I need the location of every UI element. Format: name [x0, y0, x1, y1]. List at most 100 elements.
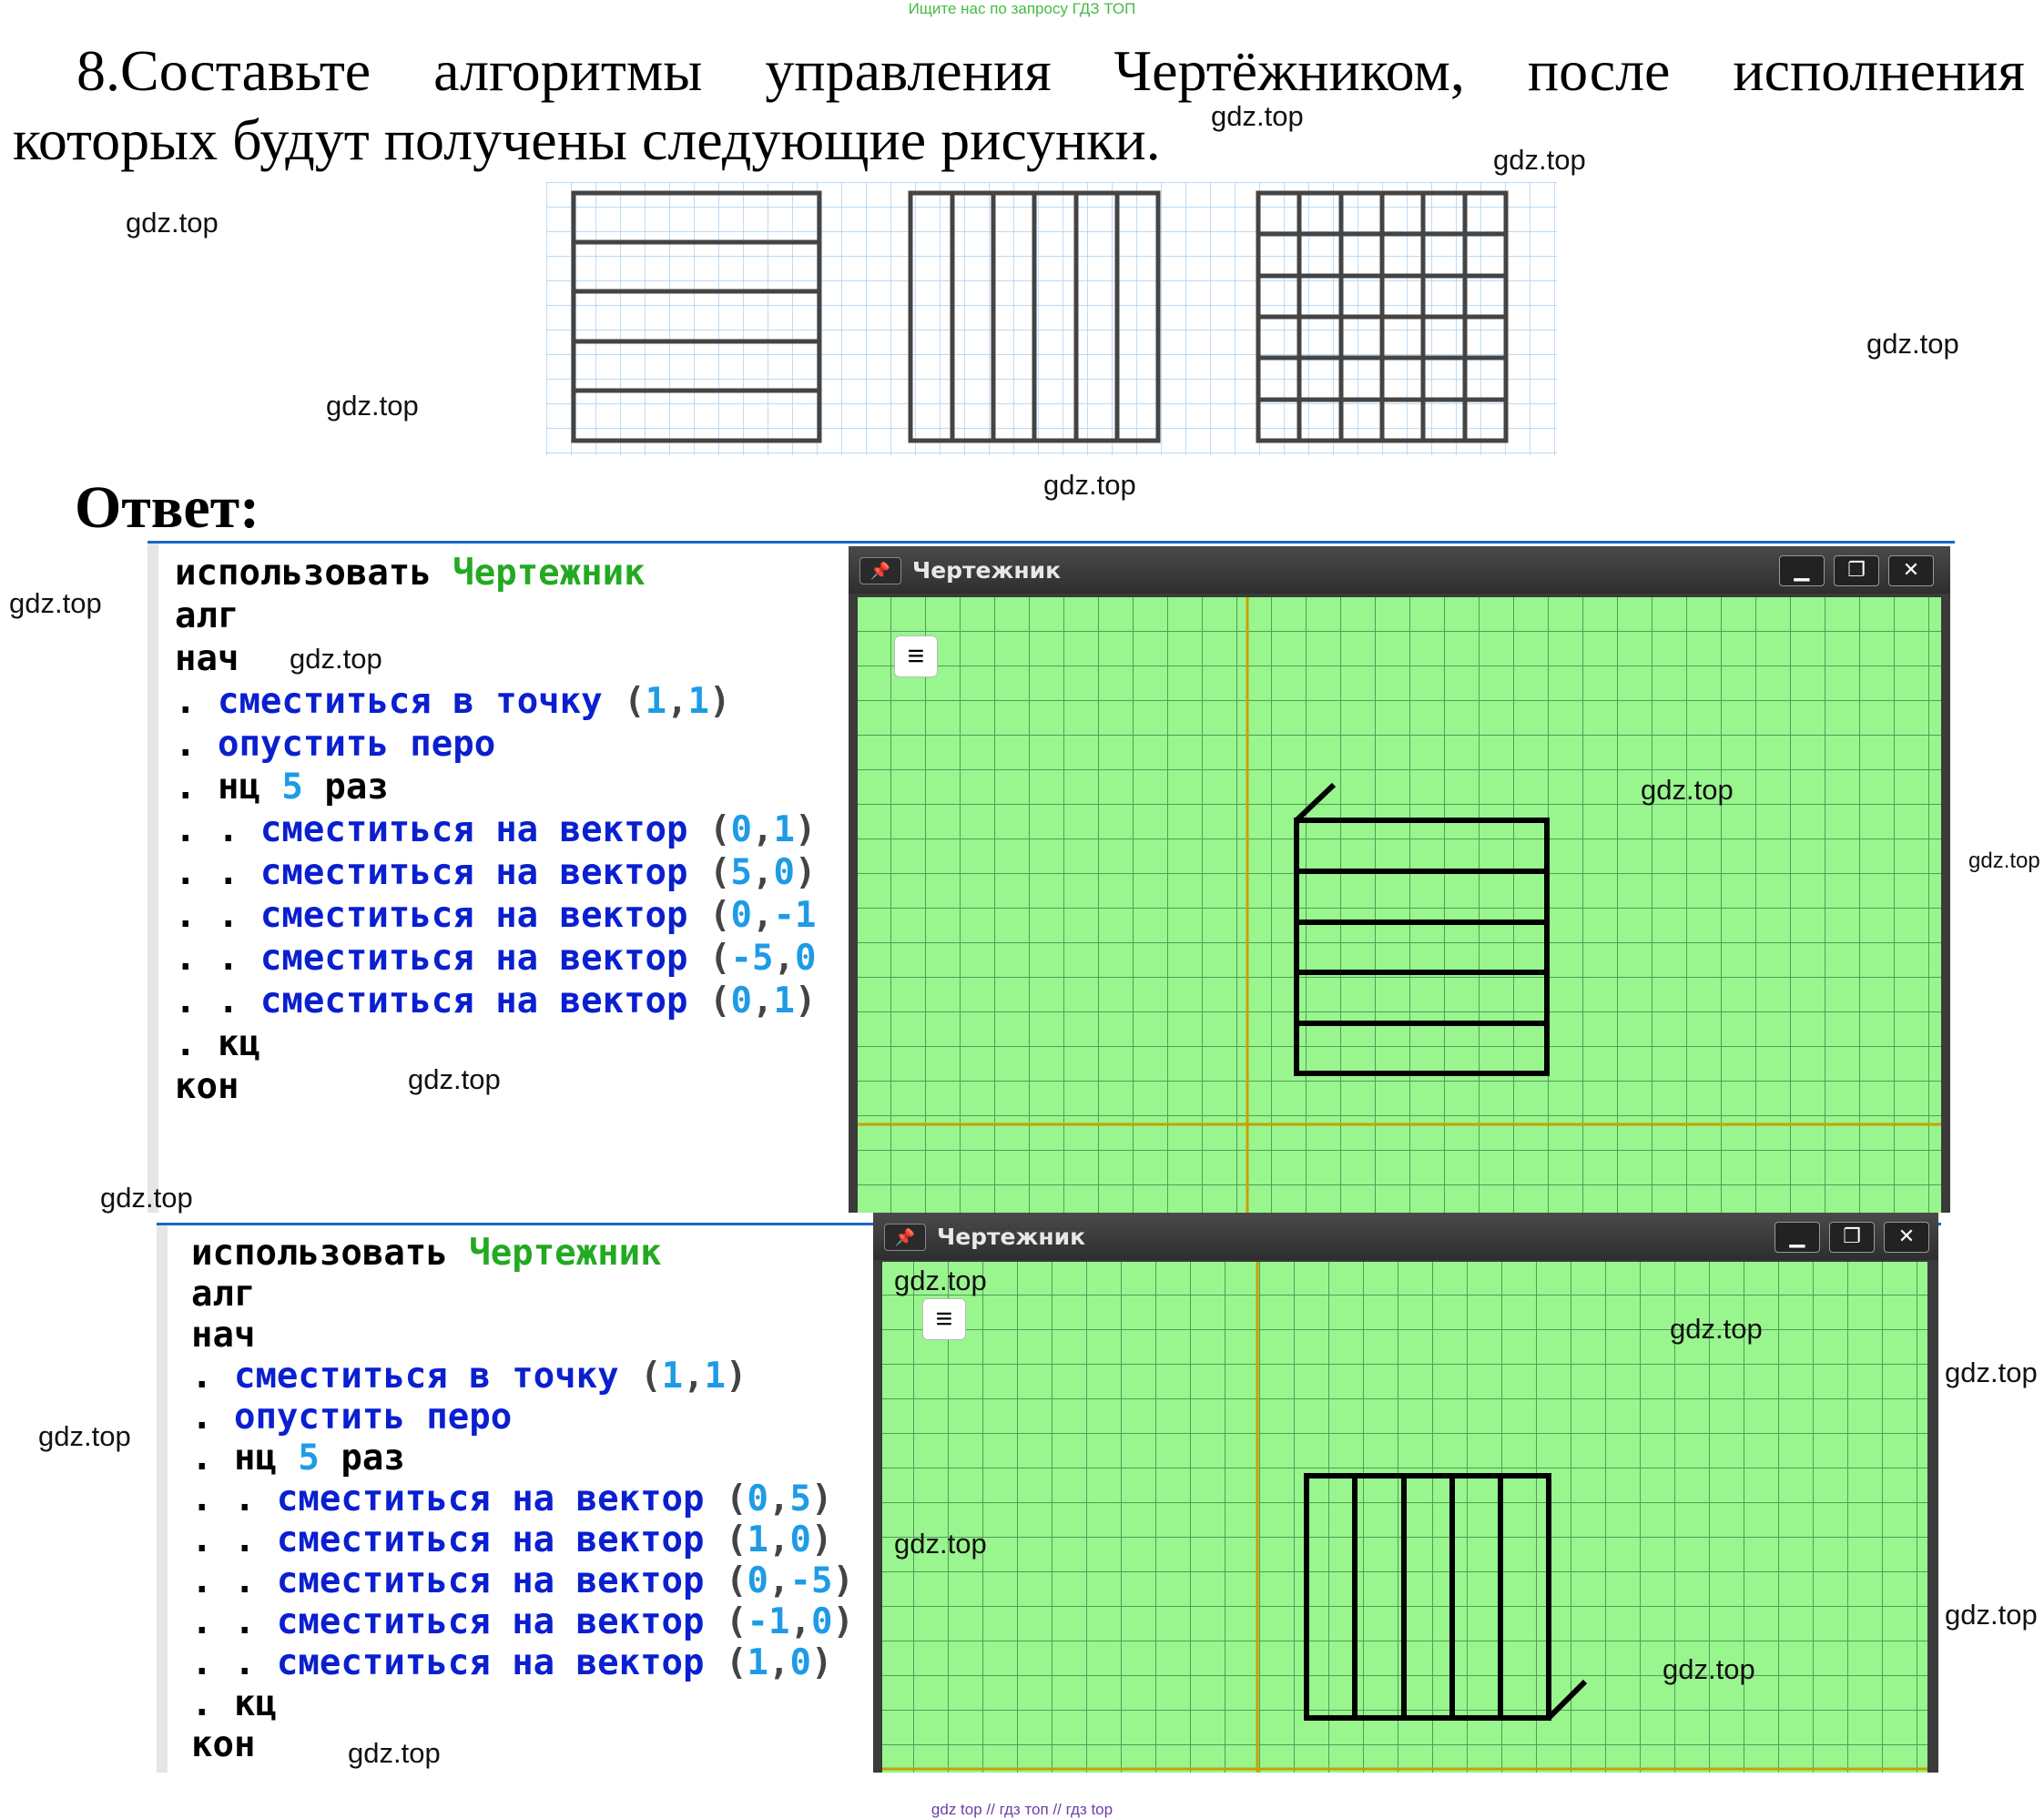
- code-token: . .: [191, 1479, 277, 1519]
- code-editor-1[interactable]: использовать Чертежник алг нач. сместиться…: [147, 544, 849, 1213]
- code-token: 1: [704, 1356, 727, 1397]
- code-token: 5: [730, 852, 752, 893]
- minimize-icon[interactable]: ▁: [1779, 555, 1825, 586]
- menu-icon[interactable]: ≡: [922, 1298, 966, 1340]
- code-token: (: [726, 1601, 747, 1642]
- code-token: сместиться на вектор: [259, 981, 710, 1021]
- code-token: 1: [773, 809, 795, 850]
- task-word: Чертёжником,: [1114, 38, 1465, 103]
- code-token: сместиться на вектор: [276, 1601, 727, 1642]
- watermark: gdz.top: [1945, 1599, 2038, 1631]
- drawing-canvas[interactable]: ≡: [882, 1262, 1927, 1773]
- code-editor-2[interactable]: использовать Чертежник алг нач. сместиться…: [157, 1225, 873, 1773]
- close-icon[interactable]: ✕: [1888, 555, 1934, 586]
- code-token: ,: [789, 1601, 811, 1642]
- code-token: ): [794, 852, 817, 893]
- watermark: gdz.top: [126, 207, 219, 239]
- drawer-window-1: 📌 Чертежник ▁ ❐ ✕ ≡: [849, 546, 1950, 1213]
- drawn-figure-1: [1294, 782, 1550, 1076]
- task-word: после: [1527, 38, 1671, 103]
- code-token: ): [794, 809, 817, 850]
- code-token: . .: [175, 981, 260, 1021]
- code-token: .: [175, 681, 218, 722]
- watermark: gdz.top: [38, 1420, 131, 1452]
- code-token: ): [794, 981, 817, 1021]
- footer-links[interactable]: gdz top // гдз топ // гдз top: [0, 1801, 2044, 1819]
- code-token: ): [726, 1356, 747, 1397]
- watermark: gdz.top: [9, 587, 102, 619]
- code-token: 1: [747, 1519, 768, 1560]
- code-token: .: [175, 767, 218, 808]
- watermark: gdz.top: [1968, 849, 2040, 873]
- code-token: (: [709, 852, 731, 893]
- menu-icon[interactable]: ≡: [894, 635, 938, 677]
- window-titlebar[interactable]: 📌 Чертежник ▁ ❐ ✕: [873, 1213, 1938, 1260]
- code-token: . кц: [191, 1683, 277, 1724]
- code-token: (: [640, 1356, 662, 1397]
- code-token: . .: [175, 852, 260, 893]
- window-titlebar[interactable]: 📌 Чертежник ▁ ❐ ✕: [849, 546, 1950, 594]
- code-token: 1: [645, 681, 667, 722]
- watermark: gdz.top: [100, 1182, 193, 1214]
- code-token: -1: [773, 895, 817, 936]
- watermark: gdz.top: [1945, 1357, 2038, 1388]
- code-token: ,: [751, 895, 774, 936]
- code-token: сместиться на вектор: [276, 1560, 727, 1601]
- minimize-icon[interactable]: ▁: [1775, 1222, 1820, 1253]
- code-token: ,: [768, 1479, 790, 1519]
- code-token: -5: [789, 1560, 833, 1601]
- task-text: 8.Составьте алгоритмы управления Чертёжн…: [13, 36, 2025, 175]
- close-icon[interactable]: ✕: [1884, 1222, 1929, 1253]
- code-token: ,: [768, 1560, 790, 1601]
- window-title: Чертежник: [912, 557, 1062, 584]
- pen-indicator: [1546, 1679, 1588, 1721]
- code-token: 5: [298, 1438, 320, 1479]
- task-word: 8.Составьте: [76, 38, 371, 103]
- watermark: gdz.top: [290, 643, 382, 675]
- task-line-2: которых будут получены следующие рисунки…: [13, 107, 1161, 172]
- drawer-window-2: 📌 Чертежник ▁ ❐ ✕ ≡: [873, 1213, 1938, 1773]
- code-token: (: [726, 1479, 747, 1519]
- code-token: раз: [302, 767, 389, 808]
- code-token: сместиться на вектор: [276, 1519, 727, 1560]
- code-token: . .: [175, 938, 260, 979]
- watermark: gdz.top: [1211, 100, 1304, 132]
- code-token: сместиться на вектор: [276, 1479, 727, 1519]
- task-line-1: 8.Составьте алгоритмы управления Чертёжн…: [13, 36, 2025, 106]
- code-token: нц: [233, 1438, 299, 1479]
- code-token: ,: [666, 681, 688, 722]
- watermark: gdz.top: [348, 1737, 441, 1769]
- watermark: gdz.top: [1641, 774, 1734, 806]
- code-token: . .: [191, 1601, 277, 1642]
- code-token: нач: [191, 1315, 256, 1356]
- pin-icon[interactable]: 📌: [859, 557, 901, 584]
- watermark: gdz.top: [894, 1265, 987, 1296]
- code-token: ,: [751, 809, 774, 850]
- code-token: ,: [683, 1356, 705, 1397]
- maximize-icon[interactable]: ❐: [1834, 555, 1879, 586]
- code-token: ): [810, 1642, 833, 1683]
- code-token: .: [191, 1356, 234, 1397]
- code-token: . .: [175, 895, 260, 936]
- code-token: ,: [768, 1642, 790, 1683]
- code-token: Чертежник: [453, 553, 646, 594]
- code-token: (: [726, 1560, 747, 1601]
- code-token: (: [709, 981, 731, 1021]
- code-token: сместиться на вектор: [259, 895, 710, 936]
- maximize-icon[interactable]: ❐: [1829, 1222, 1875, 1253]
- code-token: сместиться на вектор: [259, 852, 710, 893]
- code-token: .: [191, 1438, 234, 1479]
- code-token: (: [709, 895, 731, 936]
- code-token: . .: [175, 809, 260, 850]
- code-token: .: [175, 724, 218, 765]
- code-token: опустить перо: [233, 1397, 513, 1438]
- code-token: 0: [730, 895, 752, 936]
- code-token: (: [624, 681, 646, 722]
- figures-drawing: [546, 182, 1557, 455]
- code-token: 0: [789, 1519, 811, 1560]
- drawing-canvas[interactable]: ≡: [858, 597, 1941, 1213]
- code-token: ,: [773, 938, 795, 979]
- code-token: ,: [768, 1519, 790, 1560]
- pin-icon[interactable]: 📌: [884, 1224, 926, 1251]
- code-token: . .: [191, 1519, 277, 1560]
